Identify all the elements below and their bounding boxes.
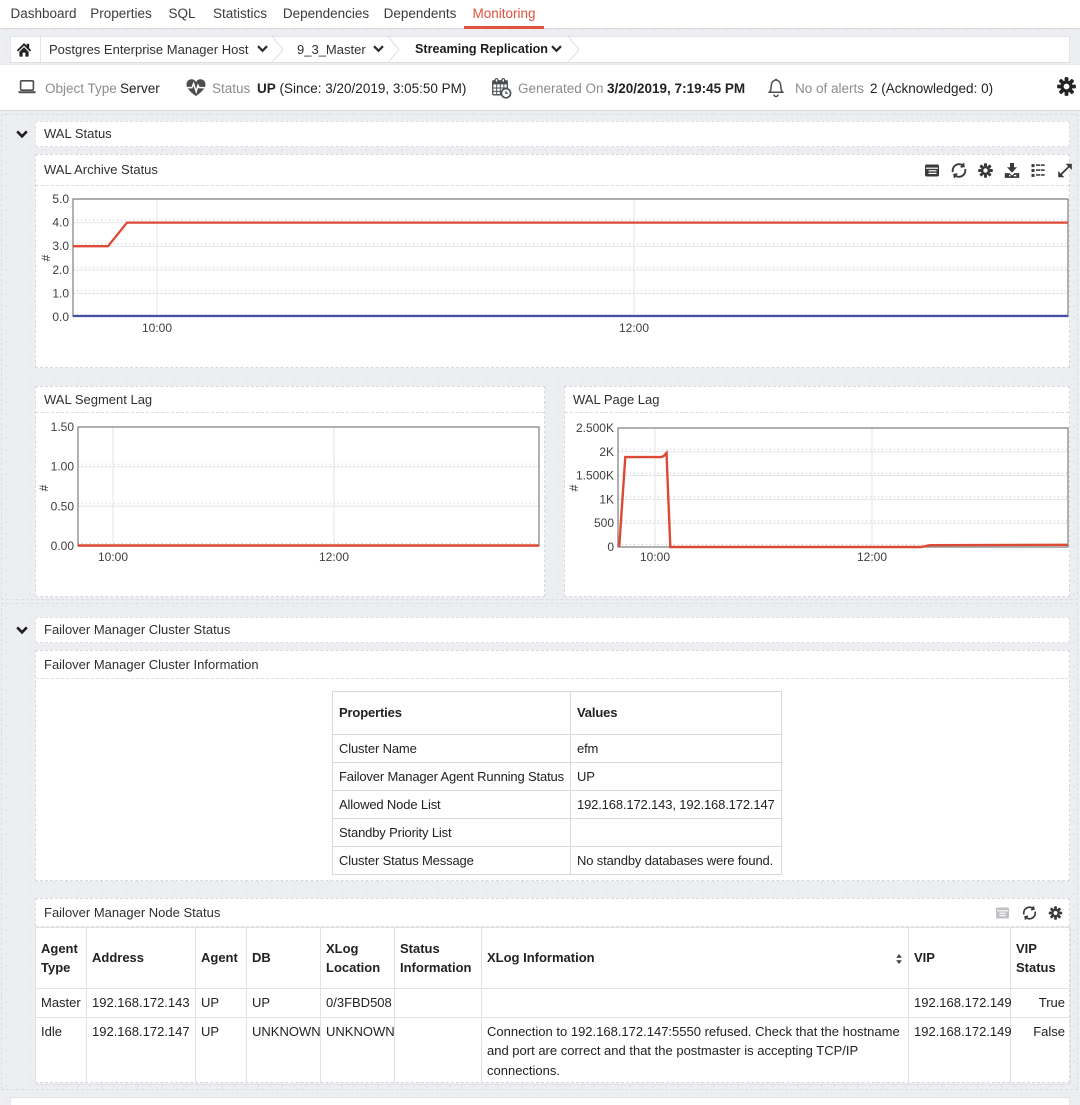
svg-text:0.00: 0.00 [51,539,75,553]
svg-text:500: 500 [594,516,614,530]
svg-text:2.500K: 2.500K [576,421,614,435]
svg-text:1K: 1K [599,492,614,506]
svg-text:#: # [39,254,53,261]
svg-text:10:00: 10:00 [98,550,128,564]
svg-text:10:00: 10:00 [142,321,172,335]
svg-text:5.0: 5.0 [52,192,69,206]
svg-text:2.0: 2.0 [52,263,69,277]
svg-text:4.0: 4.0 [52,216,69,230]
svg-text:0.50: 0.50 [51,499,75,513]
svg-text:10:00: 10:00 [640,550,670,564]
svg-text:1.500K: 1.500K [576,469,614,483]
svg-text:#: # [37,484,51,491]
svg-text:0.0: 0.0 [52,310,69,324]
svg-text:#: # [567,484,581,491]
svg-text:3.0: 3.0 [52,239,69,253]
svg-text:12:00: 12:00 [857,550,887,564]
svg-text:1.50: 1.50 [51,420,75,434]
svg-text:12:00: 12:00 [319,550,349,564]
svg-text:2K: 2K [599,445,614,459]
svg-text:1.0: 1.0 [52,286,69,300]
svg-text:1.00: 1.00 [51,460,75,474]
svg-text:12:00: 12:00 [619,321,649,335]
svg-text:0: 0 [607,540,614,554]
